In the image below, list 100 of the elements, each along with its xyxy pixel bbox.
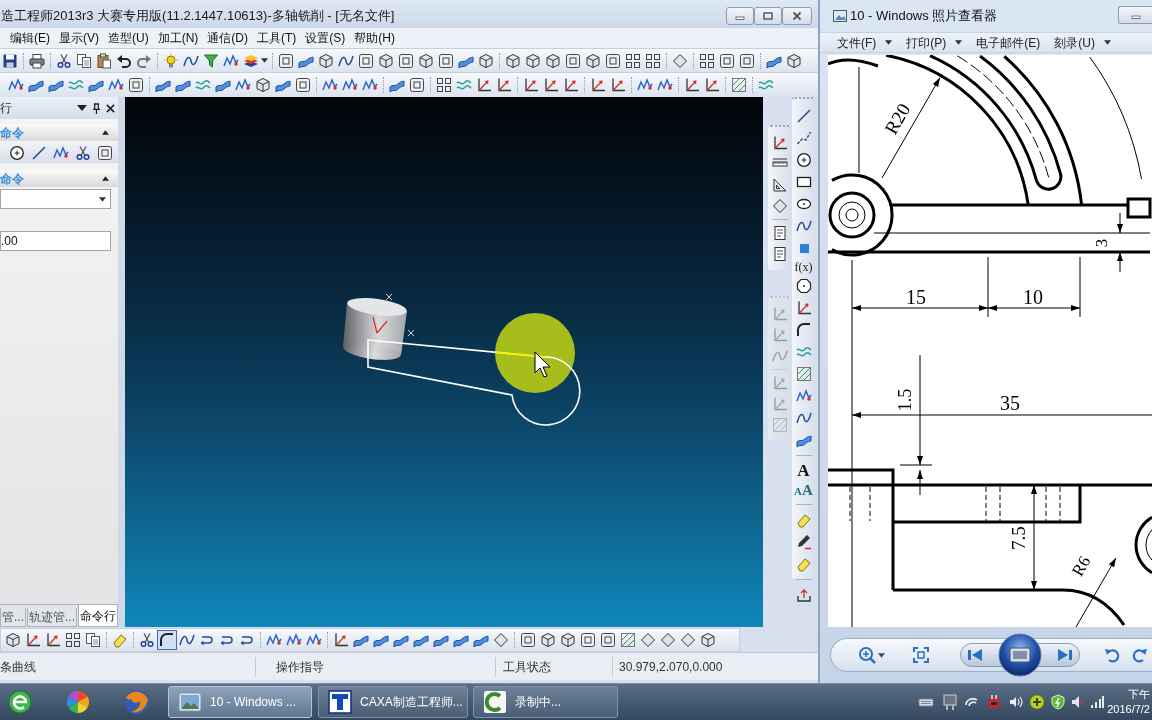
frame-icon[interactable]: [739, 52, 755, 69]
menu-item[interactable]: 设置(S): [305, 29, 346, 47]
caret-icon[interactable]: [1104, 40, 1111, 45]
pinwheel-icon[interactable]: [66, 690, 90, 714]
menu-item[interactable]: 电子邮件(E): [976, 33, 1041, 52]
axis-icon[interactable]: [704, 77, 720, 93]
tool-button[interactable]: AA: [794, 483, 813, 498]
fillet-icon[interactable]: [795, 322, 812, 338]
toolpath-icon[interactable]: [108, 77, 124, 93]
diamond-icon[interactable]: [771, 198, 788, 214]
save-icon[interactable]: [2, 52, 18, 69]
toolpath-icon[interactable]: [322, 77, 338, 93]
cube-icon[interactable]: [318, 52, 334, 69]
surface-icon[interactable]: [275, 77, 291, 93]
cube-icon[interactable]: [585, 52, 601, 69]
undo-icon[interactable]: [116, 52, 132, 69]
caret-icon[interactable]: [261, 58, 268, 63]
globe-icon[interactable]: [124, 689, 150, 715]
curve-icon[interactable]: [795, 410, 812, 426]
cube-icon[interactable]: [378, 52, 394, 69]
axis-icon[interactable]: [563, 77, 579, 93]
panel-tab[interactable]: 轨迹管...: [27, 608, 78, 627]
axis-icon[interactable]: [610, 77, 626, 93]
caret-icon[interactable]: [98, 196, 106, 202]
input-field[interactable]: .00: [0, 231, 111, 251]
surface-icon[interactable]: [215, 77, 231, 93]
axis-icon[interactable]: [684, 77, 700, 93]
pencil-icon[interactable]: [795, 534, 812, 550]
eraser-icon[interactable]: [795, 556, 812, 572]
axis-icon[interactable]: [476, 77, 492, 93]
speaker-icon[interactable]: [1070, 694, 1086, 710]
toolpath-icon[interactable]: [53, 144, 69, 161]
axis-icon[interactable]: [795, 300, 812, 316]
line-icon[interactable]: [31, 144, 47, 161]
hatch-icon[interactable]: [731, 77, 747, 93]
collapse-arrow-icon[interactable]: [102, 130, 109, 135]
minimize-button[interactable]: [1118, 6, 1152, 24]
slideshow-icon[interactable]: [998, 633, 1042, 677]
surface-icon[interactable]: [175, 77, 191, 93]
frame-icon[interactable]: [438, 52, 454, 69]
toolpath-icon[interactable]: [637, 77, 653, 93]
maximize-button[interactable]: [754, 7, 782, 25]
plus-badge-icon[interactable]: [1029, 694, 1045, 710]
menu-item[interactable]: 文件(F): [837, 33, 893, 52]
layers-icon[interactable]: [243, 52, 259, 69]
menu-item[interactable]: 造型(U): [108, 29, 149, 47]
frame-icon[interactable]: [398, 52, 414, 69]
frame-icon[interactable]: [358, 52, 374, 69]
printer-icon[interactable]: [29, 52, 45, 69]
zoom-icon[interactable]: [858, 646, 876, 664]
collapse-arrow-icon[interactable]: [102, 176, 109, 181]
scissors-icon[interactable]: [56, 52, 72, 69]
axis-icon[interactable]: [496, 77, 512, 93]
circle-icon[interactable]: [795, 152, 812, 168]
grid-icon[interactable]: [699, 52, 715, 69]
caret-icon[interactable]: [955, 40, 963, 45]
tool-button[interactable]: A: [797, 462, 810, 479]
signal-bars-icon[interactable]: [1089, 694, 1105, 710]
menu-item[interactable]: 帮助(H): [354, 29, 395, 47]
cube-icon[interactable]: [255, 77, 271, 93]
pin-icon[interactable]: [92, 102, 101, 114]
next-icon[interactable]: [1057, 648, 1073, 662]
surface-icon[interactable]: [155, 77, 171, 93]
rotate-left-icon[interactable]: [1104, 647, 1120, 663]
rotate-right-icon[interactable]: [1132, 647, 1148, 663]
close-icon[interactable]: [106, 103, 115, 113]
cube-icon[interactable]: [525, 52, 541, 69]
copy-icon[interactable]: [76, 52, 92, 69]
panel-tab[interactable]: 管...: [0, 608, 26, 627]
diamond-icon[interactable]: [672, 52, 688, 69]
menu-item[interactable]: 编辑(E): [10, 29, 50, 47]
surface-icon[interactable]: [389, 77, 405, 93]
circle-icon[interactable]: [9, 144, 25, 161]
toolpath-icon[interactable]: [362, 77, 378, 93]
previous-icon[interactable]: [967, 648, 983, 662]
toolpath-icon[interactable]: [223, 52, 239, 69]
cube-icon[interactable]: [505, 52, 521, 69]
funnel-icon[interactable]: [203, 52, 219, 69]
cube-icon[interactable]: [418, 52, 434, 69]
axis-icon[interactable]: [523, 77, 539, 93]
document-icon[interactable]: [771, 225, 788, 241]
dropdown-field[interactable]: [0, 189, 111, 209]
ellipse-icon[interactable]: [795, 196, 812, 212]
surface-icon[interactable]: [795, 432, 812, 448]
export-icon[interactable]: [795, 587, 812, 603]
grid-icon[interactable]: [645, 52, 661, 69]
axis-icon[interactable]: [590, 77, 606, 93]
tool-button[interactable]: f(x): [794, 261, 813, 273]
grid-icon[interactable]: [436, 77, 452, 93]
toolpath-icon[interactable]: [8, 77, 24, 93]
panel-tab[interactable]: 命令行: [78, 605, 119, 627]
toolpath-icon[interactable]: [342, 77, 358, 93]
cube-icon[interactable]: [786, 52, 802, 69]
polygon-icon[interactable]: [795, 278, 812, 294]
menu-item[interactable]: 通信(D): [207, 29, 248, 47]
polyline-icon[interactable]: [795, 130, 812, 146]
menu-item[interactable]: 工具(T): [257, 29, 297, 47]
sound-wave-icon[interactable]: [1008, 694, 1024, 710]
browser-icon[interactable]: [8, 690, 32, 714]
cube-icon[interactable]: [478, 52, 494, 69]
